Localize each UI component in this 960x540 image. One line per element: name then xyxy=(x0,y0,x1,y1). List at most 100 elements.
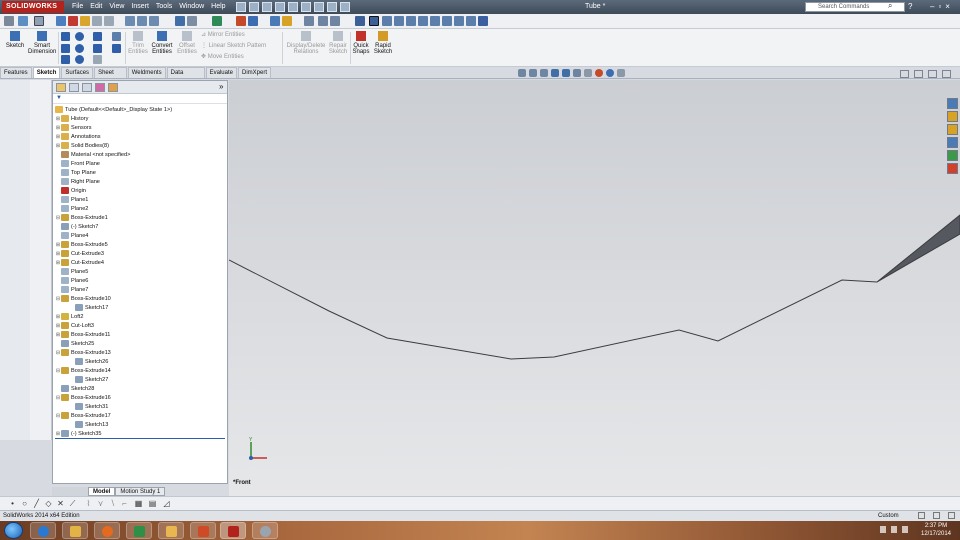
rectangle-icon[interactable] xyxy=(61,44,70,53)
close-viewport-icon[interactable] xyxy=(942,70,951,78)
layers-icon[interactable] xyxy=(92,16,102,26)
tab-sheet-metal[interactable]: Sheet Metal xyxy=(94,67,127,87)
offset-entities-button[interactable]: Offset Entities xyxy=(176,31,198,55)
volume-icon[interactable] xyxy=(902,526,908,533)
move-entities-button[interactable]: ✥ Move Entities xyxy=(201,54,244,61)
apply-scene-icon[interactable] xyxy=(606,69,614,77)
repair-sketch-button[interactable]: Repair Sketch xyxy=(328,31,348,55)
snap-icon[interactable] xyxy=(80,16,90,26)
rebuild-status-icon[interactable] xyxy=(948,512,955,519)
corner-icon[interactable]: ⌐ xyxy=(120,499,129,508)
view-settings-icon[interactable] xyxy=(617,69,625,77)
fillet-icon[interactable] xyxy=(93,55,102,64)
tree-item[interactable]: ⊞ Cut-Loft3 xyxy=(55,321,94,330)
tree-item[interactable]: Plane1 xyxy=(55,195,88,204)
minimize-icon[interactable]: – xyxy=(930,0,934,14)
mirror-entities-button[interactable]: ⊿ Mirror Entities xyxy=(201,32,245,39)
rotate-icon[interactable] xyxy=(212,16,222,26)
zoom-icon[interactable] xyxy=(149,16,159,26)
file-properties-icon[interactable] xyxy=(327,2,337,12)
view-palette-icon[interactable] xyxy=(947,137,958,148)
menu-help[interactable]: Help xyxy=(211,0,225,14)
split-icon[interactable]: ∖ xyxy=(108,499,117,508)
tree-item[interactable]: ⊞ Sensors xyxy=(55,123,92,132)
menu-edit[interactable]: Edit xyxy=(90,0,102,14)
sketch-relations-icon[interactable] xyxy=(56,16,66,26)
rebuild-icon[interactable] xyxy=(314,2,324,12)
new-icon[interactable] xyxy=(236,2,246,12)
line-icon[interactable]: ╱ xyxy=(32,499,41,508)
tree-item[interactable]: (-) Sketch7 xyxy=(55,222,98,231)
tube-part-front-view[interactable] xyxy=(229,80,960,496)
help-icon[interactable]: ? xyxy=(908,1,912,13)
search-icon[interactable]: ⌕ xyxy=(888,1,900,11)
sketch-entities-icon[interactable] xyxy=(18,16,28,26)
shaded-icon[interactable] xyxy=(318,16,328,26)
tree-item[interactable]: ⊞ Boss-Extrude5 xyxy=(55,240,108,249)
maximize-viewport-icon[interactable] xyxy=(928,70,937,78)
tray-arrow-icon[interactable] xyxy=(880,526,886,533)
view-orientation-icon[interactable] xyxy=(175,16,185,26)
table-icon[interactable]: ▤ xyxy=(148,499,157,508)
tree-item[interactable]: ⊞ Solid Bodies(8) xyxy=(55,141,109,150)
taskbar-firefox[interactable] xyxy=(94,522,120,539)
undo-icon[interactable] xyxy=(288,2,298,12)
spline-icon[interactable] xyxy=(93,32,102,41)
delete-icon[interactable]: ✕ xyxy=(56,499,65,508)
tree-item[interactable]: ⊟ Boss-Extrude16 xyxy=(55,393,111,402)
view-left-icon[interactable] xyxy=(394,16,404,26)
tree-item[interactable]: Sketch28 xyxy=(55,384,94,393)
view-right-icon[interactable] xyxy=(406,16,416,26)
tab-surfaces[interactable]: Surfaces xyxy=(61,67,94,78)
convert-entities-button[interactable]: Convert Entities xyxy=(150,31,174,55)
tree-item[interactable]: Plane6 xyxy=(55,276,88,285)
dimxpertmanager-tab-icon[interactable] xyxy=(95,83,105,92)
tab-dimxpert[interactable]: DimXpert xyxy=(237,67,271,78)
tab-evaluate[interactable]: Evaluate xyxy=(205,67,237,78)
tree-item[interactable]: ⊟ Boss-Extrude17 xyxy=(55,411,111,420)
line-icon[interactable] xyxy=(61,32,70,41)
linear-pattern-button[interactable]: ⋮ Linear Sketch Pattern xyxy=(201,43,266,50)
menu-file[interactable]: File xyxy=(72,0,83,14)
menu-insert[interactable]: Insert xyxy=(131,0,149,14)
help-tooltip-icon[interactable] xyxy=(933,512,940,519)
taskbar-explorer[interactable] xyxy=(62,522,88,539)
hide-show-icon[interactable] xyxy=(304,16,314,26)
section-view-icon[interactable] xyxy=(551,69,559,77)
display-style-icon[interactable] xyxy=(187,16,197,26)
custom-properties-icon[interactable] xyxy=(947,163,958,174)
view-back-icon[interactable] xyxy=(382,16,392,26)
tree-item[interactable]: Right Plane xyxy=(55,177,100,186)
tree-item[interactable]: ⊞ Cut-Extrude4 xyxy=(55,258,104,267)
taskbar-app[interactable] xyxy=(252,522,278,539)
tab-features[interactable]: Features xyxy=(0,67,32,78)
view-bottom-icon[interactable] xyxy=(430,16,440,26)
start-button[interactable] xyxy=(4,522,23,539)
clock[interactable]: 2:37 PM 12/17/2014 xyxy=(916,522,956,538)
restore-icon[interactable]: ▫ xyxy=(938,0,941,14)
ellipse-icon[interactable] xyxy=(93,44,102,53)
tree-item[interactable]: Sketch31 xyxy=(69,402,108,411)
tab-sketch[interactable]: Sketch xyxy=(32,67,61,78)
tree-item[interactable]: Sketch13 xyxy=(69,420,108,429)
zoom-fit-icon[interactable] xyxy=(125,16,135,26)
fit-icon[interactable]: ◿ xyxy=(162,499,171,508)
zoom-area-icon[interactable] xyxy=(137,16,147,26)
tree-item[interactable]: Origin xyxy=(55,186,86,195)
view-isometric-icon[interactable] xyxy=(442,16,452,26)
tree-item[interactable]: ⊞ Cut-Extrude3 xyxy=(55,249,104,258)
tree-item[interactable]: ⊟ Boss-Extrude10 xyxy=(55,294,111,303)
rollback-bar[interactable] xyxy=(55,438,225,439)
taskbar-excel[interactable] xyxy=(126,522,152,539)
sketch-button[interactable]: Sketch xyxy=(4,31,26,49)
grid-icon[interactable] xyxy=(104,16,114,26)
tree-item[interactable]: ⊞ (-) Sketch35 xyxy=(55,429,101,438)
tree-filter[interactable]: ▼ xyxy=(53,95,227,104)
units-dropdown-icon[interactable] xyxy=(918,512,925,519)
trim-entities-button[interactable]: Trim Entities xyxy=(127,31,149,55)
solidworks-logo[interactable]: SOLIDWORKS xyxy=(2,1,64,13)
polygon-icon[interactable]: ◇ xyxy=(44,499,53,508)
print-icon[interactable] xyxy=(275,2,285,12)
tree-item[interactable]: Plane2 xyxy=(55,204,88,213)
tree-item[interactable]: Plane4 xyxy=(55,231,88,240)
